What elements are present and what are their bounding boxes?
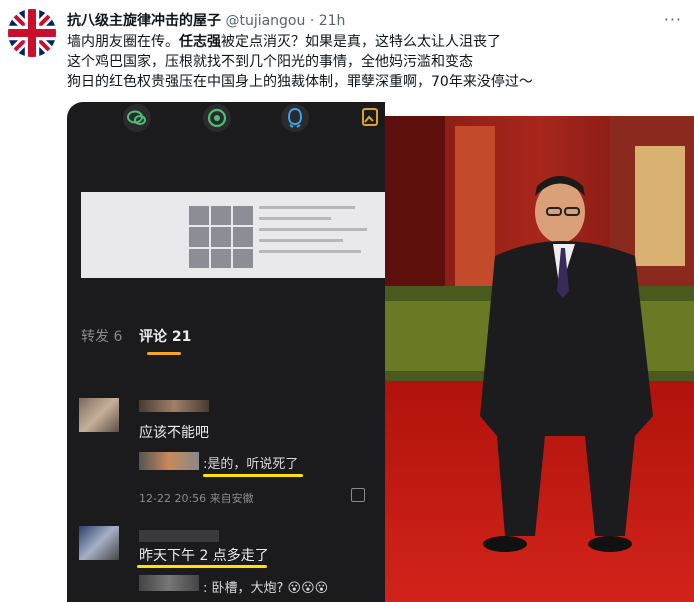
thumbnail (189, 227, 209, 247)
tweet-text-line-1: 墙内朋友圈在传。任志强被定点消灭？如果是真，这特么太让人沮丧了 (67, 32, 627, 52)
comment-meta: 12-22 20:56 来自安徽 (139, 492, 254, 505)
thumbnail-grid (189, 206, 253, 268)
weibo-screenshot[interactable]: 转发 6 评论 21 应该不能吧 :是的，听说死了 12-22 20:56 来自… (67, 102, 385, 602)
text-prefix: 墙内朋友圈在传。 (67, 34, 179, 50)
author-name[interactable]: 抗八级主旋律冲击的屋子 (67, 13, 221, 29)
wechat-icon (123, 104, 151, 132)
text-suffix: 被定点消灭？如果是真，这特么太让人沮丧了 (221, 34, 501, 50)
thumbnail (211, 206, 231, 226)
tab-repost[interactable]: 转发 6 (81, 326, 122, 346)
tweet-header: 抗八级主旋律冲击的屋子 @tujiangou · 21h (67, 10, 684, 30)
photo-illustration (385, 116, 694, 602)
qq-icon (281, 104, 309, 132)
thumbnail (233, 227, 253, 247)
image-icon (357, 104, 385, 132)
thumbnail (211, 227, 231, 247)
embedded-screenshot-card (81, 192, 385, 278)
comment-text: 昨天下午 2 点多走了 (139, 548, 269, 564)
reply-username-blurred (139, 575, 199, 591)
author-handle[interactable]: @tujiangou (225, 13, 305, 29)
thumbnail (211, 248, 231, 268)
comment-avatar-blurred[interactable] (79, 526, 119, 560)
comment-reply: :是的，听说死了 (139, 450, 381, 474)
tweet-text: 墙内朋友圈在传。任志强被定点消灭？如果是真，这特么太让人沮丧了 这个鸡巴国家，压… (67, 32, 627, 92)
comment-username-blurred[interactable] (139, 530, 219, 542)
reply-text: :是的，听说死了 (203, 457, 299, 472)
share-row (67, 102, 385, 138)
tweet: 抗八级主旋律冲击的屋子 @tujiangou · 21h ··· 墙内朋友圈在传… (0, 0, 694, 602)
moments-icon (203, 104, 231, 132)
highlight-underline (203, 474, 303, 477)
uk-flag-avatar (8, 9, 56, 57)
share-out-icon[interactable] (351, 488, 365, 502)
comment-text: 应该不能吧 (139, 425, 209, 441)
separator: · (309, 13, 315, 29)
embedded-text-lines (259, 206, 379, 261)
comment-avatar-blurred[interactable] (79, 398, 119, 432)
highlight-underline (137, 565, 267, 568)
more-dots-icon[interactable]: ··· (664, 10, 682, 29)
tweet-text-line-3: 狗日的红色权贵强压在中国身上的独裁体制，罪孽深重啊，70年来没停过～ (67, 74, 533, 90)
thumbnail (189, 206, 209, 226)
avatar[interactable] (8, 9, 56, 57)
text-bold-name: 任志强 (179, 34, 221, 50)
comment-username-blurred[interactable] (139, 400, 209, 412)
active-tab-indicator (147, 352, 181, 355)
tab-comments[interactable]: 评论 21 (139, 326, 191, 346)
thumbnail (233, 206, 253, 226)
reply-username-blurred (139, 452, 199, 470)
tweet-text-line-2: 这个鸡巴国家，压根就找不到几个阳光的事情，全他妈污滥和变态 (67, 54, 473, 70)
tweet-time[interactable]: 21h (319, 13, 346, 29)
thumbnail (233, 248, 253, 268)
red-carpet-photo[interactable] (385, 116, 694, 602)
tweet-media[interactable]: 转发 6 评论 21 应该不能吧 :是的，听说死了 12-22 20:56 来自… (67, 102, 694, 602)
reply-text: : 卧槽，大炮? 😮😮😮 (203, 581, 329, 596)
thumbnail (189, 248, 209, 268)
